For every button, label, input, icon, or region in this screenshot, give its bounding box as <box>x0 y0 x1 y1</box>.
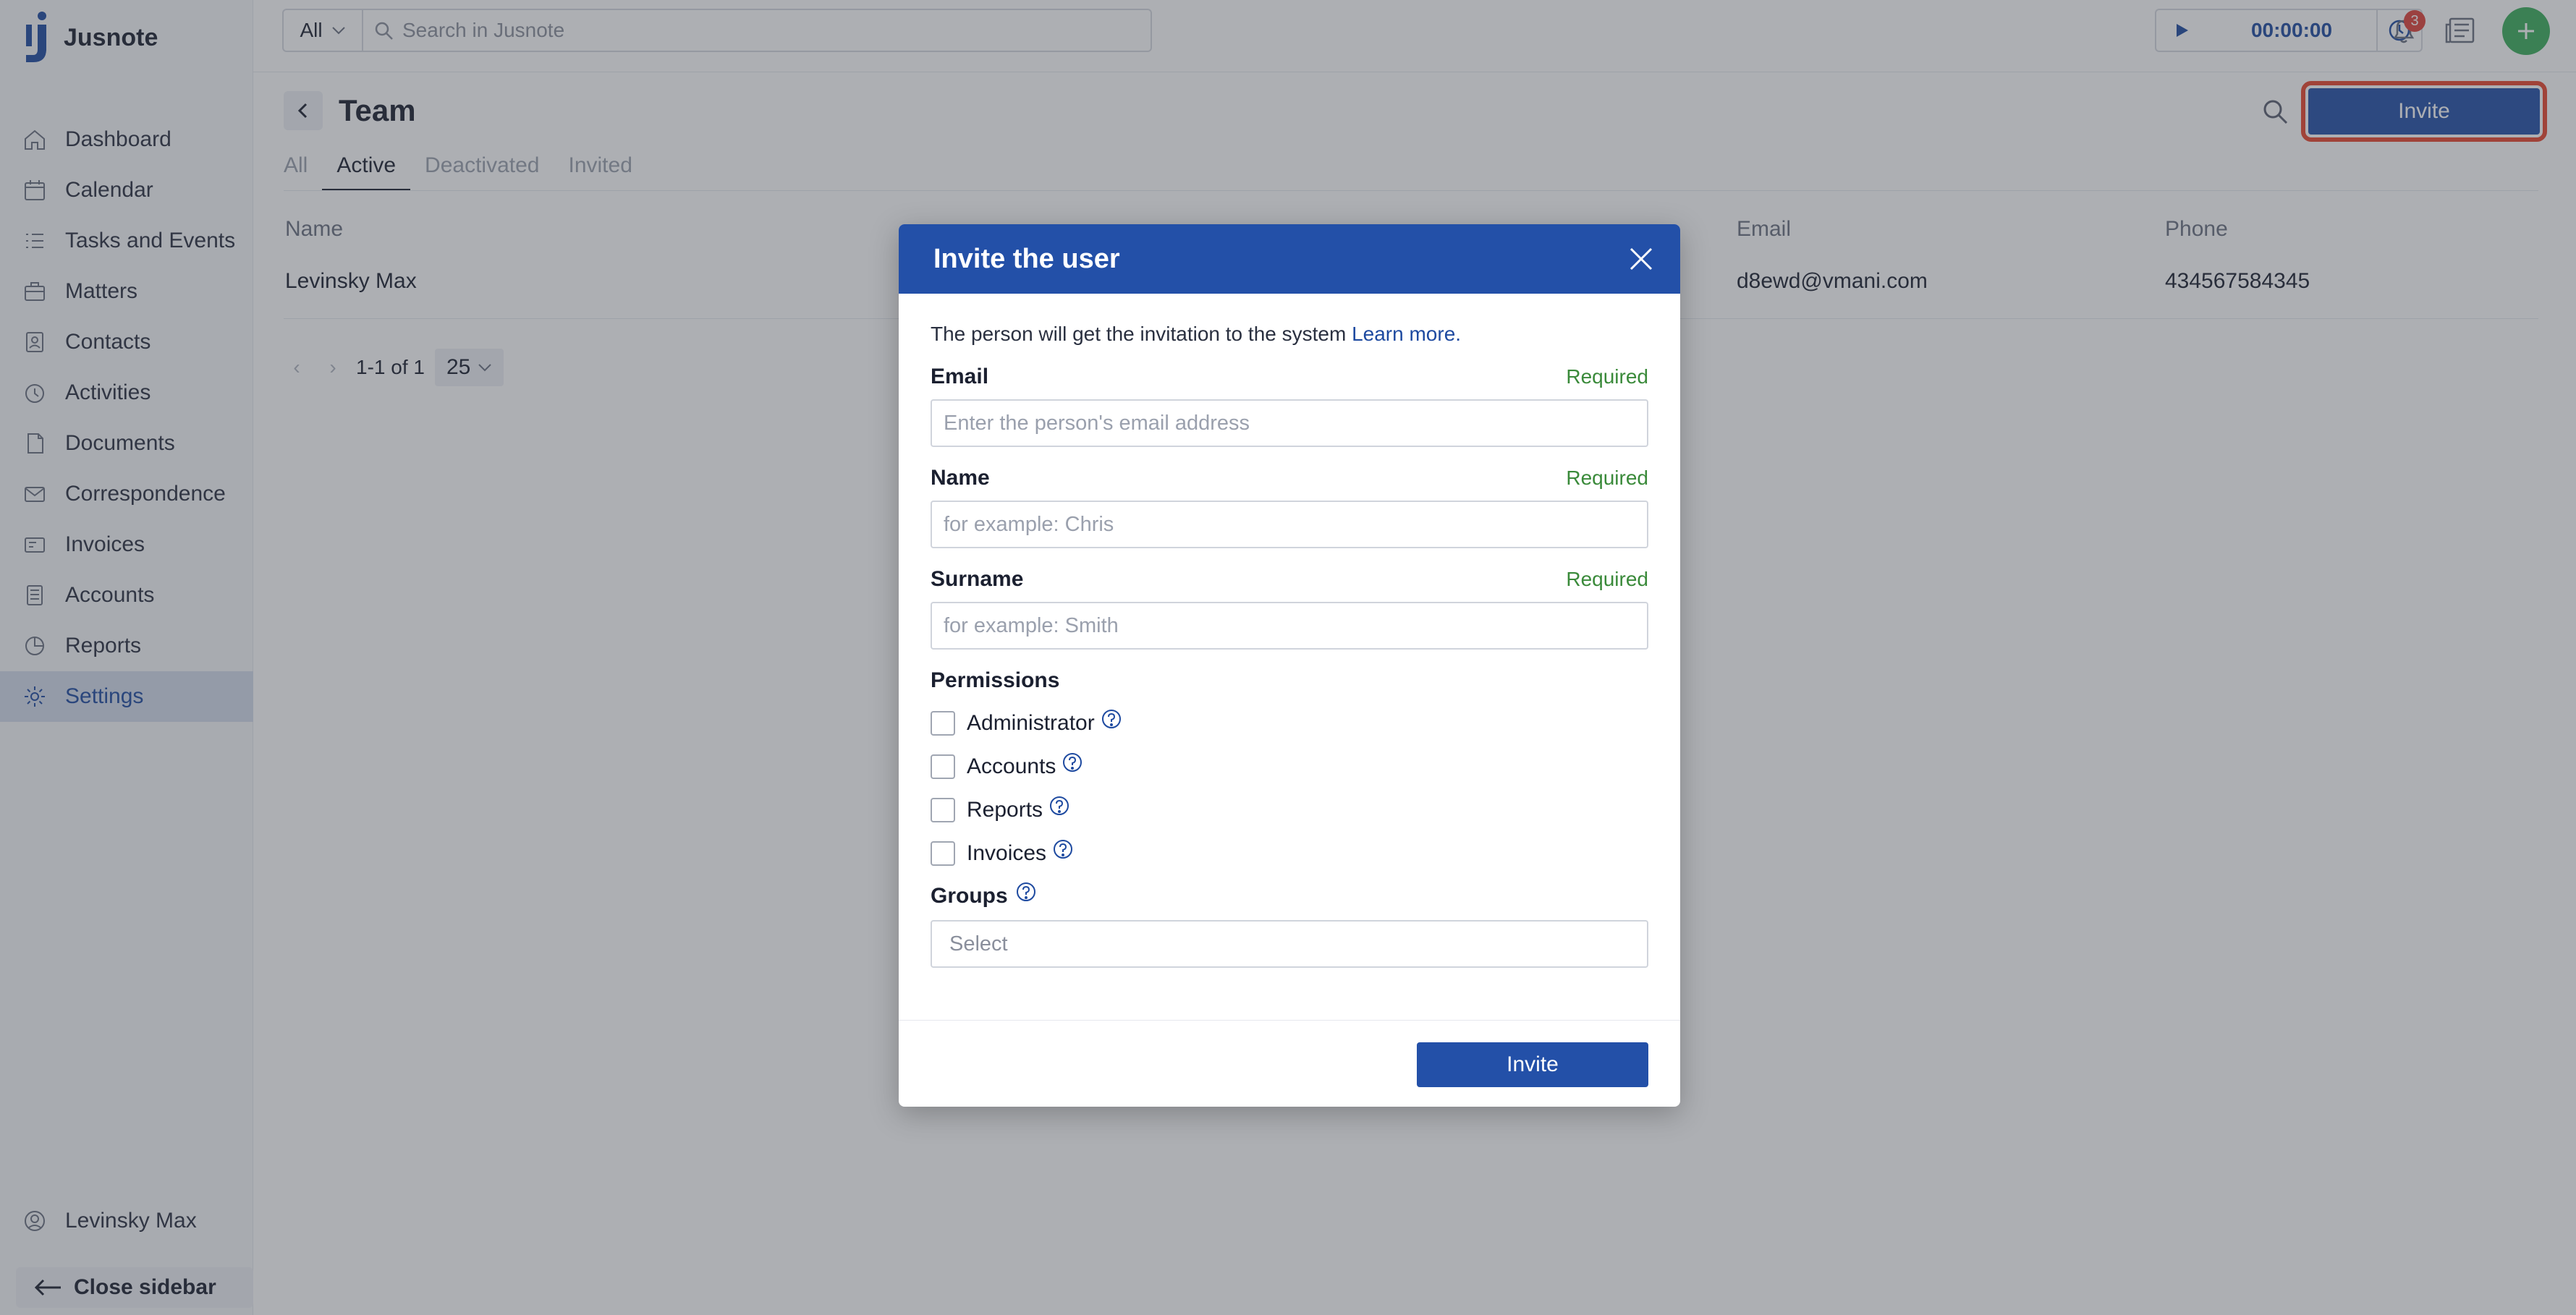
email-field[interactable] <box>931 399 1648 447</box>
permission-accounts: Accounts <box>931 745 1648 788</box>
invite-intro: The person will get the invitation to th… <box>931 323 1648 346</box>
help-icon[interactable] <box>1015 881 1037 903</box>
groups-select-placeholder: Select <box>949 932 1008 956</box>
permission-invoices: Invoices <box>931 832 1648 875</box>
modal-title: Invite the user <box>933 243 1120 274</box>
reports-checkbox[interactable] <box>931 798 955 822</box>
email-field-header: Email Required <box>931 365 1648 389</box>
modal-header: Invite the user <box>899 224 1680 294</box>
close-icon[interactable] <box>1625 243 1657 275</box>
accounts-checkbox[interactable] <box>931 754 955 779</box>
app-root: Jusnote Dashboard Calendar Tasks and Eve… <box>0 0 2576 1315</box>
invoices-checkbox[interactable] <box>931 841 955 866</box>
surname-label: Surname <box>931 567 1024 591</box>
email-label: Email <box>931 365 989 388</box>
modal-body: The person will get the invitation to th… <box>899 294 1680 968</box>
help-icon[interactable] <box>1101 708 1122 730</box>
permission-label: Administrator <box>967 711 1095 735</box>
permissions-label: Permissions <box>931 668 1060 692</box>
permission-label: Reports <box>967 798 1043 822</box>
surname-field[interactable] <box>931 602 1648 650</box>
invite-submit-button[interactable]: Invite <box>1417 1042 1648 1087</box>
groups-label-row: Groups <box>931 881 1648 908</box>
groups-select[interactable]: Select <box>931 920 1648 968</box>
groups-label: Groups <box>931 884 1008 908</box>
permission-administrator: Administrator <box>931 702 1648 745</box>
invite-user-modal: Invite the user The person will get the … <box>899 224 1680 1107</box>
modal-footer: Invite <box>899 1020 1680 1107</box>
permission-label: Invoices <box>967 841 1047 865</box>
invite-intro-text: The person will get the invitation to th… <box>931 323 1347 345</box>
surname-field-header: Surname Required <box>931 567 1648 592</box>
permission-label: Accounts <box>967 754 1056 778</box>
name-required-label: Required <box>1566 467 1648 489</box>
help-icon[interactable] <box>1048 795 1070 817</box>
help-icon[interactable] <box>1062 752 1083 773</box>
permission-reports: Reports <box>931 788 1648 832</box>
learn-more-link[interactable]: Learn more. <box>1352 323 1461 345</box>
help-icon[interactable] <box>1052 838 1074 860</box>
name-field[interactable] <box>931 501 1648 548</box>
administrator-checkbox[interactable] <box>931 711 955 736</box>
surname-required-label: Required <box>1566 568 1648 590</box>
name-field-header: Name Required <box>931 466 1648 490</box>
email-required-label: Required <box>1566 365 1648 388</box>
name-label: Name <box>931 466 990 490</box>
